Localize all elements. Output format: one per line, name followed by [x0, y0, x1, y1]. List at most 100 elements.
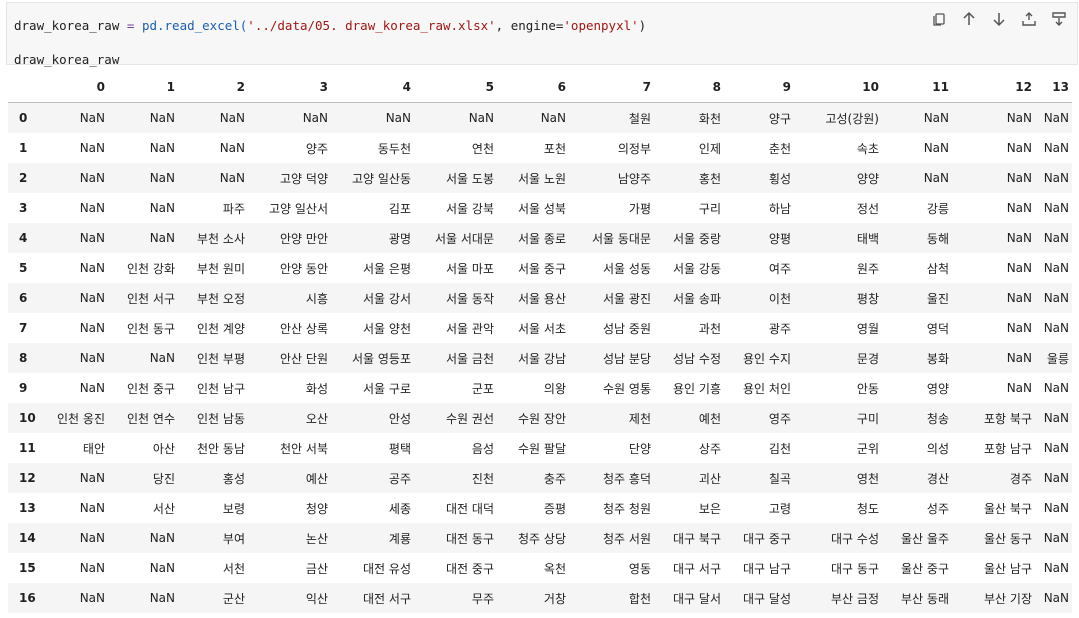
row-index: 4 [19, 231, 28, 245]
table-cell: 부산 동래 [901, 591, 949, 606]
table-cell: 구리 [698, 201, 721, 216]
table-cell: 공주 [388, 471, 411, 486]
table-cell: 거창 [543, 591, 566, 606]
table-cell: 서울 광진 [603, 291, 651, 306]
table-cell: 단양 [628, 441, 651, 456]
table-cell: 청주 상당 [518, 531, 566, 546]
table-cell: 봉화 [926, 351, 949, 366]
code-editor[interactable]: draw_korea_raw = pd.read_excel('../data/… [14, 9, 646, 77]
table-cell: NaN [1006, 201, 1032, 215]
table-cell: 인천 연수 [127, 411, 175, 426]
column-header: 8 [654, 72, 724, 103]
table-cell: 수원 영통 [603, 381, 651, 396]
table-cell: 인천 계양 [197, 321, 245, 336]
table-cell: 대전 중구 [446, 561, 494, 576]
table-cell: NaN [923, 111, 949, 125]
table-cell: 울산 동구 [984, 531, 1032, 546]
column-header: 1 [108, 72, 178, 103]
table-cell: NaN [79, 501, 105, 515]
table-cell: 상주 [698, 441, 721, 456]
table-cell: 대전 동구 [446, 531, 494, 546]
table-cell: 서울 종로 [518, 231, 566, 246]
table-cell: 파주 [222, 201, 245, 216]
table-row: 6 NaN 인천 서구 부천 오정 시흥 서울 강서 서울 동작 서울 용산 서울 광진 서울 송… [8, 283, 1072, 313]
table-cell: 용인 처인 [743, 381, 791, 396]
table-cell: 영덕 [926, 321, 949, 336]
table-cell: NaN [1043, 381, 1069, 395]
table-cell: NaN [1006, 231, 1032, 245]
table-cell: NaN [149, 231, 175, 245]
table-cell: 군산 [222, 591, 245, 606]
table-cell: 안양 만안 [280, 231, 328, 246]
row-index: 7 [19, 321, 28, 335]
table-cell: 서울 구로 [363, 381, 411, 396]
row-index: 6 [19, 291, 28, 305]
table-cell: 태안 [82, 441, 105, 456]
table-cell: 인천 부평 [197, 351, 245, 366]
table-cell: 대구 북구 [673, 531, 721, 546]
table-cell: 성남 수정 [673, 351, 721, 366]
table-row: 5 NaN 인천 강화 부천 원미 안양 동안 서울 은평 서울 마포 서울 중구 서울 성동 서… [8, 253, 1072, 283]
index-header [8, 72, 40, 103]
table-cell: 화성 [305, 381, 328, 396]
table-cell: 영월 [856, 321, 879, 336]
arrow-up-icon[interactable] [959, 9, 979, 29]
row-index: 15 [19, 561, 36, 575]
table-cell: 군위 [856, 441, 879, 456]
table-cell: 익산 [305, 591, 328, 606]
table-row: 10 인천 옹진 인천 연수 인천 남동 오산 안성 수원 권선 수원 장안 제천 예천 영주 구미 청… [8, 403, 1072, 433]
table-cell: 울산 남구 [984, 561, 1032, 576]
column-header: 10 [794, 72, 882, 103]
table-cell: 청주 흥덕 [603, 471, 651, 486]
table-row: 14 NaN NaN 부여 논산 계룡 대전 동구 청주 상당 청주 서원 대구 북구 대구 중구 대… [8, 523, 1072, 553]
table-cell: NaN [79, 111, 105, 125]
table-cell: 용인 기흥 [673, 381, 721, 396]
table-row: 1 NaN NaN NaN 양주 동두천 연천 포천 의정부 인제 춘천 속초 NaN NaN NaN [8, 133, 1072, 163]
table-cell: 서울 성북 [518, 201, 566, 216]
table-cell: 양구 [768, 111, 791, 126]
table-cell: 안산 단원 [280, 351, 328, 366]
table-cell: NaN [540, 111, 566, 125]
table-cell: 무주 [471, 591, 494, 606]
table-cell: 고성(강원) [825, 111, 879, 126]
table-cell: 합천 [628, 591, 651, 606]
table-row: 4 NaN NaN 부천 소사 안양 만안 광명 서울 서대문 서울 종로 서울 동대문 서울 중… [8, 223, 1072, 253]
table-cell: 남양주 [617, 171, 651, 186]
table-cell: NaN [1043, 471, 1069, 485]
table-cell: 삼척 [926, 261, 949, 276]
table-cell: NaN [1043, 531, 1069, 545]
table-row: 16 NaN NaN 군산 익산 대전 서구 무주 거창 합천 대구 달서 대구 달성 부산 금정 부산… [8, 583, 1072, 613]
table-cell: 안산 상록 [280, 321, 328, 336]
table-cell: 서울 서대문 [434, 231, 494, 246]
column-header: 2 [178, 72, 248, 103]
table-cell: 서울 송파 [673, 291, 721, 306]
insert-below-icon[interactable] [1049, 9, 1069, 29]
table-cell: 청도 [856, 501, 879, 516]
table-cell: NaN [149, 351, 175, 365]
table-cell: 세종 [388, 501, 411, 516]
copy-icon[interactable] [929, 9, 949, 29]
table-cell: 홍천 [698, 171, 721, 186]
table-cell: 서울 노원 [518, 171, 566, 186]
table-cell: 안성 [388, 411, 411, 426]
table-cell: NaN [1006, 171, 1032, 185]
table-cell: 고양 일산동 [351, 171, 411, 186]
table-cell: 동두천 [377, 141, 411, 156]
table-cell: 인천 남구 [197, 381, 245, 396]
dataframe-table: 0 1 2 3 4 5 6 7 8 9 10 11 12 13 0 NaN NaN NaN NaN NaN NaN Na… [8, 72, 1072, 613]
table-cell: 아산 [152, 441, 175, 456]
table-cell: 청주 청원 [603, 501, 651, 516]
table-cell: 울릉 [1046, 351, 1069, 366]
table-cell: NaN [1043, 261, 1069, 275]
table-cell: 성남 중원 [603, 321, 651, 336]
arrow-down-icon[interactable] [989, 9, 1009, 29]
table-cell: 서울 서초 [518, 321, 566, 336]
table-cell: 포항 남구 [984, 441, 1032, 456]
table-cell: NaN [1006, 381, 1032, 395]
table-cell: 춘천 [768, 141, 791, 156]
insert-above-icon[interactable] [1019, 9, 1039, 29]
table-cell: 안동 [856, 381, 879, 396]
code-cell[interactable]: draw_korea_raw = pd.read_excel('../data/… [6, 2, 1078, 67]
table-cell: NaN [79, 231, 105, 245]
table-cell: 양주 [305, 141, 328, 156]
